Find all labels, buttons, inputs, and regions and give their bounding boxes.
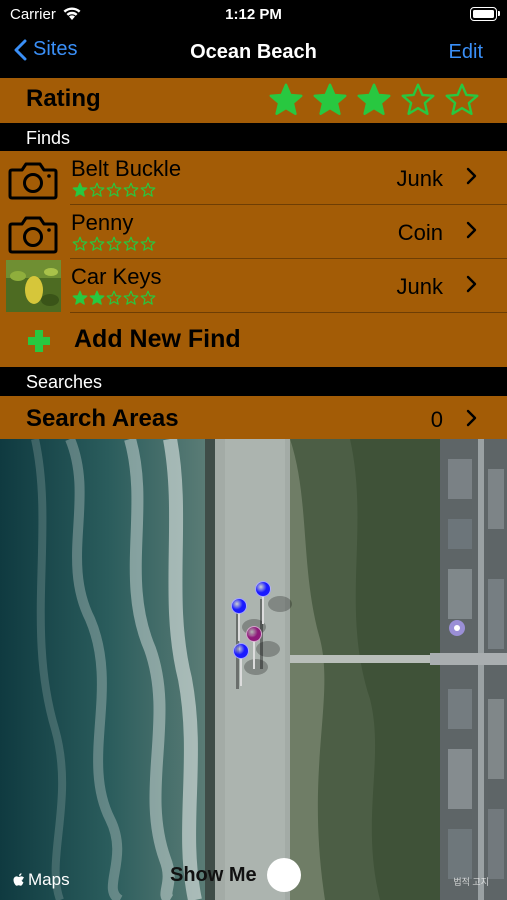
find-row[interactable]: Belt Buckle Junk	[0, 151, 507, 205]
find-category: Junk	[396, 274, 443, 299]
navigation-bar: Sites Ocean Beach Edit	[0, 30, 507, 78]
finds-section-header: Finds	[0, 123, 507, 151]
finds-header-label: Finds	[26, 128, 71, 148]
chevron-left-icon	[14, 39, 27, 60]
star-empty-icon	[140, 290, 156, 306]
searches-section-header: Searches	[0, 367, 507, 396]
chevron-right-icon	[466, 221, 477, 244]
rating-row: Rating	[0, 78, 507, 123]
star-filled-icon[interactable]	[312, 82, 348, 118]
edit-button[interactable]: Edit	[449, 41, 483, 64]
find-row[interactable]: Penny Coin	[0, 205, 507, 259]
camera-icon	[8, 214, 61, 258]
legal-link[interactable]: 법적 고지	[453, 875, 489, 888]
map-pin[interactable]	[255, 581, 271, 625]
map-pin-stem	[253, 641, 255, 669]
searches-header-label: Searches	[26, 372, 103, 392]
star-empty-icon[interactable]	[400, 82, 436, 118]
map-pin-stem	[240, 658, 242, 686]
star-empty-icon	[123, 290, 139, 306]
map-pin[interactable]	[231, 598, 247, 642]
find-category: Junk	[396, 166, 443, 191]
find-rating-stars	[72, 182, 156, 198]
star-empty-icon	[89, 182, 105, 198]
find-name: Car Keys	[71, 264, 162, 289]
star-empty-icon	[140, 182, 156, 198]
clock: 1:12 PM	[225, 6, 282, 23]
star-filled-icon	[89, 290, 105, 306]
search-areas-count: 0	[430, 407, 443, 432]
back-button[interactable]: Sites	[14, 38, 77, 61]
map-pin-head	[255, 581, 271, 597]
star-empty-icon	[123, 182, 139, 198]
plus-icon	[28, 330, 50, 352]
star-empty-icon	[106, 290, 122, 306]
map-pin-stem	[238, 613, 240, 641]
add-new-find-button[interactable]: Add New Find	[0, 313, 507, 367]
star-empty-icon	[106, 236, 122, 252]
star-filled-icon[interactable]	[356, 82, 392, 118]
show-me-toggle[interactable]	[266, 858, 301, 892]
star-empty-icon[interactable]	[444, 82, 480, 118]
apple-maps-attribution[interactable]: Maps	[12, 870, 70, 890]
star-empty-icon	[123, 236, 139, 252]
find-rating-stars	[72, 236, 156, 252]
back-button-label: Sites	[33, 38, 78, 60]
maps-attribution-label: Maps	[28, 870, 70, 889]
map-pin[interactable]	[233, 643, 249, 687]
find-name: Penny	[71, 210, 134, 235]
chevron-right-icon	[466, 167, 477, 190]
rating-label: Rating	[26, 85, 101, 112]
camera-icon	[8, 160, 61, 204]
star-empty-icon	[89, 236, 105, 252]
search-areas-label: Search Areas	[26, 405, 179, 432]
star-filled-icon	[72, 182, 88, 198]
map-pin-head	[246, 626, 262, 642]
rating-stars[interactable]	[268, 82, 480, 118]
find-rating-stars	[72, 290, 156, 306]
find-name: Belt Buckle	[71, 156, 182, 181]
map-pin-stem	[262, 596, 264, 624]
find-category: Coin	[397, 220, 443, 245]
chevron-right-icon	[466, 409, 477, 427]
star-filled-icon[interactable]	[268, 82, 304, 118]
map-pin-head	[233, 643, 249, 659]
add-new-find-label: Add New Find	[74, 325, 241, 353]
star-empty-icon	[72, 236, 88, 252]
star-empty-icon	[140, 236, 156, 252]
map-pin-head	[231, 598, 247, 614]
show-me-label: Show Me	[170, 863, 257, 886]
apple-logo-icon	[13, 873, 24, 886]
search-areas-row[interactable]: Search Areas 0	[0, 396, 507, 439]
status-bar: Carrier 1:12 PM	[0, 0, 507, 30]
find-row[interactable]: Car Keys Junk	[0, 259, 507, 313]
find-photo-thumbnail	[6, 260, 61, 312]
satellite-map[interactable]: Maps 법적 고지 Show Me	[0, 439, 507, 900]
star-filled-icon	[72, 290, 88, 306]
battery-icon	[470, 7, 500, 21]
star-empty-icon	[106, 182, 122, 198]
show-me-control: Show Me	[170, 858, 301, 892]
chevron-right-icon	[466, 275, 477, 298]
